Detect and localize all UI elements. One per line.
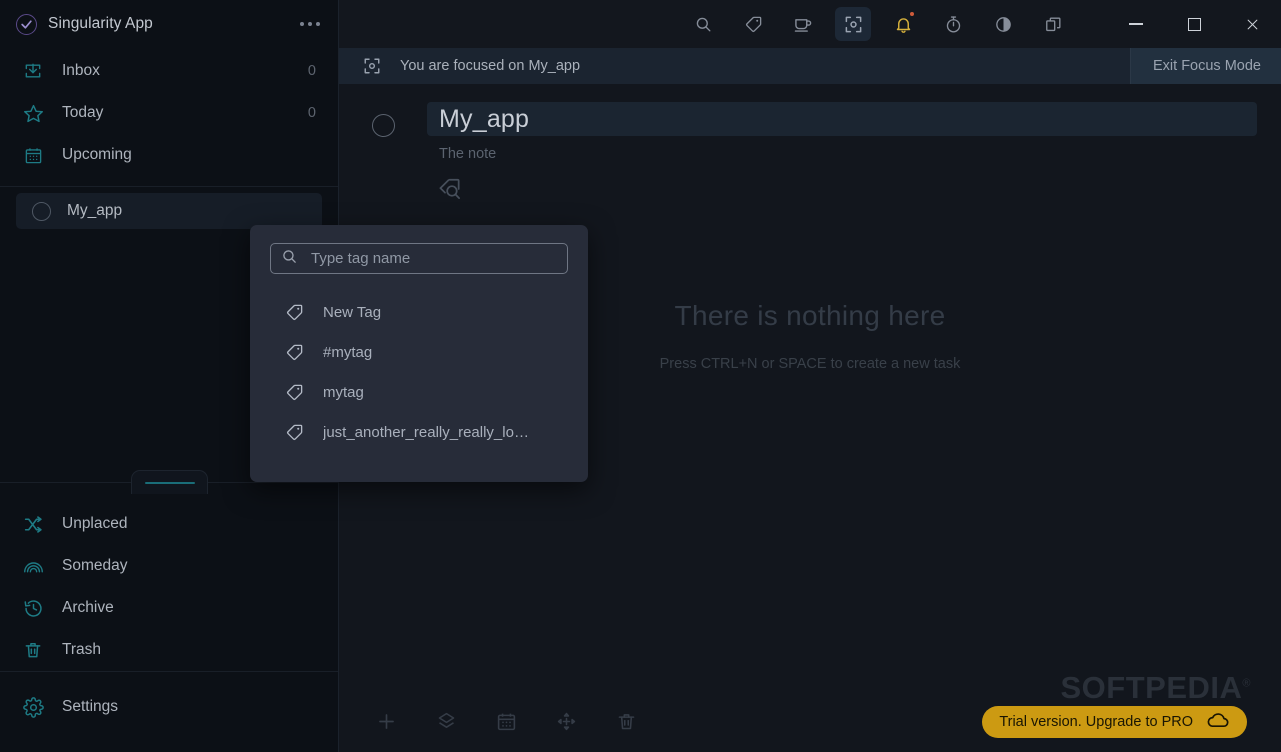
tag-icon [285, 383, 304, 402]
coffee-icon[interactable] [785, 7, 821, 41]
task-note-input[interactable]: The note [427, 146, 1257, 162]
sidebar-item-count: 0 [307, 105, 316, 121]
maximize-button[interactable] [1165, 0, 1223, 48]
sidebar-nav-group: Inbox 0 Today 0 Upcoming [0, 48, 338, 186]
bell-icon[interactable] [885, 7, 921, 41]
sidebar-item-label: Someday [62, 557, 128, 574]
sidebar-item-count: 0 [307, 63, 316, 79]
contrast-icon[interactable] [985, 7, 1021, 41]
sidebar-item-label: Inbox [62, 62, 100, 79]
notification-dot [910, 12, 914, 16]
task-title-input[interactable]: My_app [427, 102, 1257, 136]
tag-icon [285, 423, 304, 442]
task-row: My_app The note [339, 84, 1281, 207]
trial-label: Trial version. Upgrade to PRO [999, 714, 1193, 730]
trash-icon [22, 639, 44, 661]
task-header-area: My_app The note [339, 84, 1281, 207]
inbox-icon [22, 60, 44, 82]
focus-mode-banner: You are focused on My_app Exit Focus Mod… [339, 48, 1281, 84]
history-icon [22, 597, 44, 619]
calendar-icon [22, 144, 44, 166]
tag-list-item-new-tag[interactable]: New Tag [270, 292, 568, 332]
calendar-icon[interactable] [489, 704, 523, 738]
tag-icon [285, 303, 304, 322]
cloud-icon [1206, 712, 1230, 733]
app-logo-icon [16, 13, 37, 35]
gear-icon [22, 696, 44, 718]
trash-icon[interactable] [609, 704, 643, 738]
sidebar-utility-group: Unplaced Someday Archive Trash [0, 483, 338, 671]
focus-icon [363, 57, 381, 75]
tag-label: New Tag [323, 303, 382, 321]
sidebar-collapse-handle[interactable] [131, 470, 208, 494]
tag-list-item-mytag[interactable]: mytag [270, 372, 568, 412]
exit-focus-mode-button[interactable]: Exit Focus Mode [1130, 48, 1281, 84]
trial-upgrade-badge[interactable]: Trial version. Upgrade to PRO [982, 706, 1247, 738]
sidebar-projects-group: My_app [0, 187, 338, 229]
search-icon[interactable] [685, 7, 721, 41]
circle-icon [32, 201, 51, 221]
task-fields: My_app The note [427, 102, 1257, 207]
tag-label: #mytag [323, 343, 373, 361]
sidebar-item-label: Unplaced [62, 515, 128, 532]
tag-search-input[interactable] [311, 250, 557, 267]
search-icon [281, 248, 298, 270]
sidebar-settings-group: Settings [0, 672, 338, 752]
window-controls [1107, 0, 1281, 48]
sidebar-item-unplaced[interactable]: Unplaced [0, 503, 338, 545]
sidebar-item-label: Archive [62, 599, 114, 616]
move-icon[interactable] [549, 704, 583, 738]
minimize-button[interactable] [1107, 0, 1165, 48]
tag-icon[interactable] [735, 7, 771, 41]
title-bar [339, 0, 1281, 48]
sidebar-project-label: My_app [67, 202, 123, 219]
tag-list-item-long-tag[interactable]: just_another_really_really_lo… [270, 412, 568, 452]
sidebar-item-inbox[interactable]: Inbox 0 [0, 50, 338, 92]
sidebar-item-label: Upcoming [62, 146, 132, 163]
sidebar-resize-divider [0, 470, 338, 494]
sidebar-overflow-menu-button[interactable] [298, 16, 322, 32]
shuffle-icon [22, 513, 44, 535]
star-icon [22, 102, 44, 124]
sidebar-item-label: Trash [62, 641, 102, 658]
sidebar-item-settings[interactable]: Settings [0, 686, 338, 728]
sidebar-item-today[interactable]: Today 0 [0, 92, 338, 134]
rainbow-icon [22, 555, 44, 577]
tag-search-field[interactable] [270, 243, 568, 274]
tag-label: mytag [323, 383, 364, 401]
app-title: Singularity App [48, 15, 153, 32]
sidebar-item-upcoming[interactable]: Upcoming [0, 134, 338, 176]
tag-label: just_another_really_really_lo… [323, 423, 529, 441]
windows-icon[interactable] [1035, 7, 1071, 41]
watermark-text: SOFTPEDIA [1060, 670, 1243, 705]
tag-picker-popup: New Tag #mytag mytag just_another_really… [250, 225, 588, 482]
focus-icon[interactable] [835, 7, 871, 41]
tag-search-icon[interactable] [427, 176, 463, 202]
sidebar-item-trash[interactable]: Trash [0, 629, 338, 671]
close-button[interactable] [1223, 0, 1281, 48]
sidebar-item-label: Settings [62, 698, 119, 715]
add-icon[interactable] [369, 704, 403, 738]
watermark-registered: ® [1242, 677, 1251, 690]
tag-list: New Tag #mytag mytag just_another_really… [270, 292, 568, 452]
sidebar-item-my-app[interactable]: My_app [16, 193, 322, 229]
tag-icon [285, 343, 304, 362]
sidebar-item-archive[interactable]: Archive [0, 587, 338, 629]
focus-banner-text: You are focused on My_app [400, 58, 581, 74]
sidebar-item-someday[interactable]: Someday [0, 545, 338, 587]
softpedia-watermark: SOFTPEDIA® [1060, 670, 1251, 706]
timer-icon[interactable] [935, 7, 971, 41]
task-complete-checkbox[interactable] [372, 114, 395, 137]
tag-list-item-hash-mytag[interactable]: #mytag [270, 332, 568, 372]
toolbar [685, 7, 1071, 41]
application-window: Singularity App Inbox 0 Today 0 Upcoming… [0, 0, 1281, 752]
layers-icon[interactable] [429, 704, 463, 738]
sidebar-header: Singularity App [0, 0, 338, 48]
sidebar-item-label: Today [62, 104, 104, 121]
